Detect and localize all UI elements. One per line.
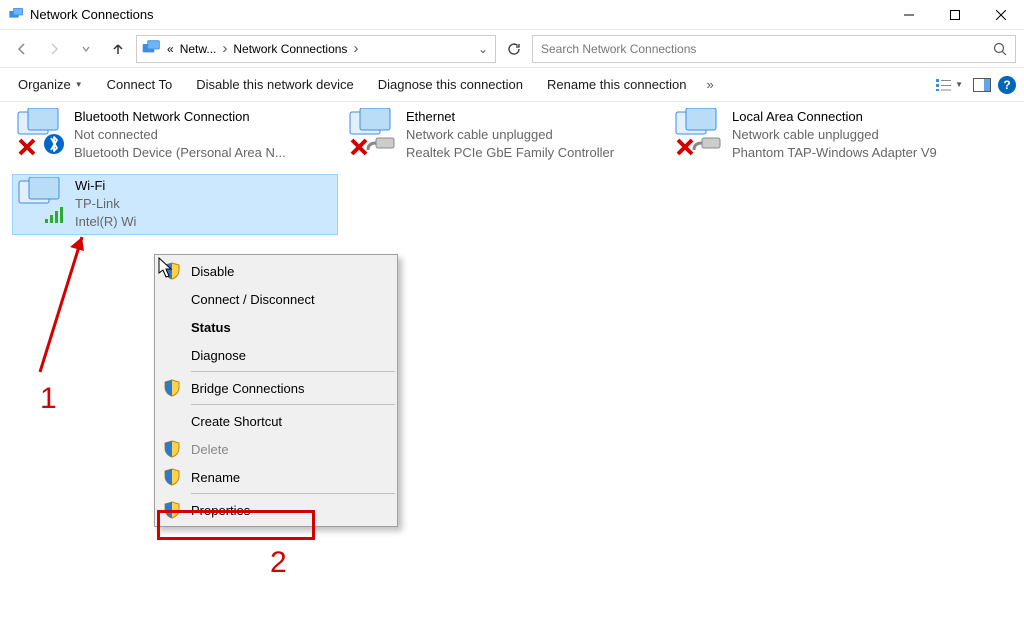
breadcrumb-sep: « bbox=[165, 42, 176, 56]
minimize-button[interactable] bbox=[886, 0, 932, 30]
breadcrumb-dropdown[interactable]: ⌄ bbox=[471, 42, 495, 56]
cm-bridge[interactable]: Bridge Connections bbox=[155, 374, 397, 402]
breadcrumb[interactable]: « Netw... › Network Connections › ⌄ bbox=[136, 35, 496, 63]
disable-device-button[interactable]: Disable this network device bbox=[186, 73, 364, 96]
view-icon bbox=[935, 77, 953, 93]
toolbar-overflow[interactable]: » bbox=[700, 73, 719, 96]
rename-connection-button[interactable]: Rename this connection bbox=[537, 73, 696, 96]
annotation-arrow-1 bbox=[30, 217, 100, 377]
network-folder-icon bbox=[141, 39, 161, 59]
titlebar: Network Connections bbox=[0, 0, 1024, 30]
adapter-icon-bluetooth bbox=[14, 108, 66, 156]
annotation-num-1: 1 bbox=[40, 382, 57, 416]
cm-separator bbox=[191, 493, 395, 494]
navbar: « Netw... › Network Connections › ⌄ Sear… bbox=[0, 30, 1024, 68]
preview-pane-button[interactable] bbox=[970, 73, 994, 97]
up-button[interactable] bbox=[104, 35, 132, 63]
breadcrumb-seg-1[interactable]: Netw... bbox=[176, 42, 221, 56]
cm-diagnose[interactable]: Diagnose bbox=[155, 341, 397, 369]
forward-button[interactable] bbox=[40, 35, 68, 63]
close-button[interactable] bbox=[978, 0, 1024, 30]
adapter-name: Local Area Connection bbox=[732, 108, 937, 126]
adapter-icon-ethernet bbox=[346, 108, 398, 156]
adapter-local-area[interactable]: Local Area Connection Network cable unpl… bbox=[672, 108, 992, 163]
adapter-bluetooth[interactable]: Bluetooth Network Connection Not connect… bbox=[14, 108, 334, 163]
window-title: Network Connections bbox=[30, 7, 886, 22]
annotation-num-2: 2 bbox=[270, 546, 287, 580]
shield-icon bbox=[163, 440, 181, 458]
adapter-ethernet[interactable]: Ethernet Network cable unplugged Realtek… bbox=[346, 108, 666, 163]
adapter-status: Network cable unplugged bbox=[732, 126, 937, 144]
annotation-highlight-properties bbox=[157, 510, 315, 540]
shield-icon bbox=[163, 468, 181, 486]
cm-connect-disconnect[interactable]: Connect / Disconnect bbox=[155, 285, 397, 313]
view-options[interactable]: ▼ bbox=[932, 74, 966, 96]
refresh-button[interactable] bbox=[500, 35, 528, 63]
adapter-name: Ethernet bbox=[406, 108, 614, 126]
adapter-status: Not connected bbox=[74, 126, 286, 144]
network-connections-icon bbox=[8, 7, 24, 23]
shield-icon bbox=[163, 379, 181, 397]
cm-create-shortcut[interactable]: Create Shortcut bbox=[155, 407, 397, 435]
breadcrumb-arrow[interactable]: › bbox=[351, 40, 360, 57]
recent-dropdown[interactable] bbox=[72, 35, 100, 63]
adapter-name: Bluetooth Network Connection bbox=[74, 108, 286, 126]
adapter-status: Network cable unplugged bbox=[406, 126, 614, 144]
breadcrumb-arrow[interactable]: › bbox=[220, 40, 229, 57]
diagnose-connection-button[interactable]: Diagnose this connection bbox=[368, 73, 533, 96]
cm-separator bbox=[191, 404, 395, 405]
adapter-device: Realtek PCIe GbE Family Controller bbox=[406, 144, 614, 162]
cm-delete: Delete bbox=[155, 435, 397, 463]
adapter-device: Phantom TAP-Windows Adapter V9 bbox=[732, 144, 937, 162]
content-area: Bluetooth Network Connection Not connect… bbox=[0, 102, 1024, 638]
adapter-icon-lan bbox=[672, 108, 724, 156]
adapter-name: Wi-Fi bbox=[75, 177, 136, 195]
toolbar: Organize▼ Connect To Disable this networ… bbox=[0, 68, 1024, 102]
context-menu: Disable Connect / Disconnect Status Diag… bbox=[154, 254, 398, 527]
search-input[interactable]: Search Network Connections bbox=[532, 35, 1016, 63]
cm-separator bbox=[191, 371, 395, 372]
cm-rename[interactable]: Rename bbox=[155, 463, 397, 491]
search-placeholder: Search Network Connections bbox=[541, 42, 696, 56]
breadcrumb-seg-2[interactable]: Network Connections bbox=[229, 42, 351, 56]
adapter-status: TP-Link bbox=[75, 195, 136, 213]
back-button[interactable] bbox=[8, 35, 36, 63]
connect-to-button[interactable]: Connect To bbox=[97, 73, 183, 96]
organize-menu[interactable]: Organize▼ bbox=[8, 73, 93, 96]
cm-status[interactable]: Status bbox=[155, 313, 397, 341]
cm-disable[interactable]: Disable bbox=[155, 257, 397, 285]
help-button[interactable]: ? bbox=[998, 76, 1016, 94]
maximize-button[interactable] bbox=[932, 0, 978, 30]
mouse-cursor bbox=[158, 257, 174, 279]
adapter-device: Bluetooth Device (Personal Area N... bbox=[74, 144, 286, 162]
search-icon bbox=[993, 42, 1007, 56]
